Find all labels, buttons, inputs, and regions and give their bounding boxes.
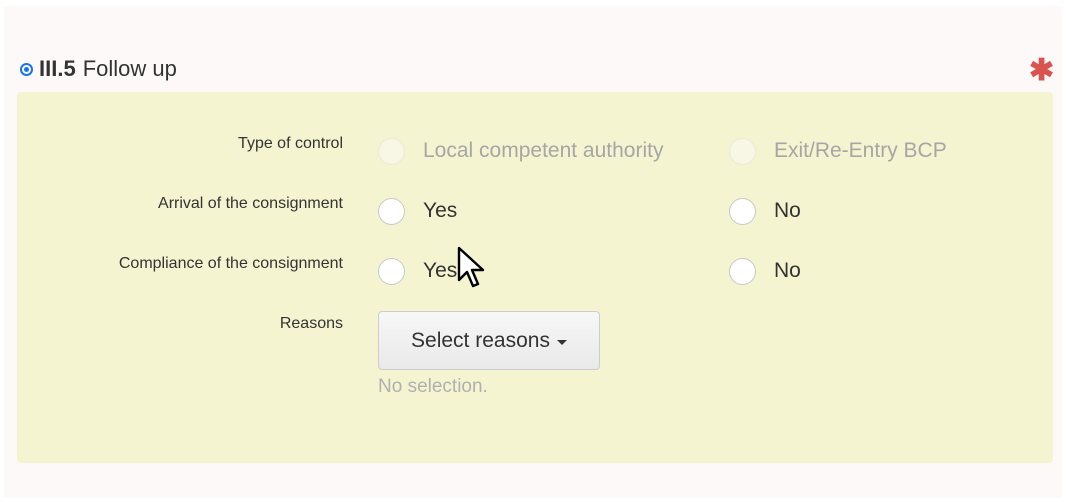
select-reasons-label: Select reasons (411, 328, 550, 352)
reasons-label: Reasons (279, 315, 343, 332)
radio-icon[interactable] (378, 257, 405, 285)
asterisk-icon: ✱ (1029, 54, 1055, 87)
row-arrival: Arrival of the consignment Yes No (17, 193, 1053, 229)
option-compliance-no[interactable]: No (729, 253, 801, 289)
section-code: III.5 (39, 56, 76, 81)
radio-icon[interactable] (729, 137, 756, 165)
row-type-of-control: Type of control Local competent authorit… (17, 133, 1053, 169)
radio-icon[interactable] (378, 137, 405, 165)
row-compliance: Compliance of the consignment Yes No (17, 253, 1053, 289)
select-reasons-button[interactable]: Select reasons (378, 311, 600, 370)
option-local-competent-authority[interactable]: Local competent authority (378, 133, 663, 169)
radio-icon[interactable] (729, 257, 756, 285)
option-label: Local competent authority (423, 139, 664, 162)
option-arrival-no[interactable]: No (729, 193, 801, 229)
reasons-selection-text: No selection. (378, 376, 488, 397)
radio-icon[interactable] (378, 197, 405, 225)
option-label: No (774, 259, 801, 282)
radio-icon[interactable] (729, 197, 756, 225)
compliance-label: Compliance of the consignment (118, 255, 343, 272)
follow-up-panel: Type of control Local competent authorit… (17, 92, 1053, 463)
caret-down-icon (556, 340, 567, 345)
option-label: No (774, 199, 801, 222)
follow-up-section: III.5 Follow up ✱ Type of control Local … (4, 6, 1062, 498)
option-label: Exit/Re-Entry BCP (774, 139, 947, 162)
arrival-label: Arrival of the consignment (158, 195, 343, 212)
option-compliance-yes[interactable]: Yes (378, 253, 457, 289)
option-label: Yes (423, 259, 458, 282)
section-header: III.5 Follow up (20, 54, 177, 84)
option-label: Yes (423, 199, 458, 222)
section-title: Follow up (82, 56, 177, 81)
section-radio-icon[interactable] (20, 62, 33, 76)
option-arrival-yes[interactable]: Yes (378, 193, 457, 229)
type-of-control-label: Type of control (238, 135, 343, 152)
option-exit-reentry-bcp[interactable]: Exit/Re-Entry BCP (729, 133, 947, 169)
